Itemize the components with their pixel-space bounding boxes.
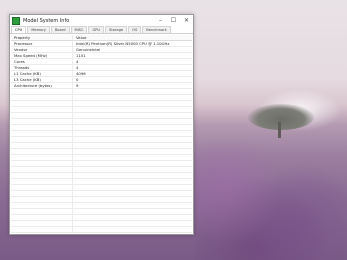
wallpaper-tree	[248, 104, 314, 130]
empty-cell	[11, 203, 73, 208]
empty-cell	[11, 113, 73, 118]
tab-misc[interactable]: MISC	[70, 26, 88, 33]
property-value: Intel(R) Pentium(R) Silver N5000 CPU @ 1…	[76, 41, 170, 46]
empty-cell	[11, 179, 73, 184]
empty-cell	[11, 107, 73, 112]
empty-cell	[73, 113, 192, 118]
tab-memory[interactable]: Memory	[27, 26, 50, 33]
empty-cell	[73, 185, 192, 190]
app-icon	[12, 16, 20, 25]
empty-cell	[73, 149, 192, 154]
empty-cell	[11, 89, 73, 94]
empty-cell	[73, 101, 192, 106]
system-info-window[interactable]: Model System Info – ☐ ✕ CPU Memory Board MI…	[9, 14, 194, 235]
empty-cell	[11, 155, 73, 160]
empty-cell	[73, 89, 192, 94]
property-value: 4	[76, 65, 79, 70]
empty-cell	[73, 179, 192, 184]
property-name: L3 Cache (KB)	[11, 77, 73, 82]
empty-cell	[11, 197, 73, 202]
empty-cell	[11, 215, 73, 220]
empty-cell	[73, 161, 192, 166]
empty-cell	[11, 119, 73, 124]
empty-cell	[11, 101, 73, 106]
empty-cell	[73, 173, 192, 178]
property-value: 1101	[76, 53, 86, 58]
minimize-icon[interactable]: –	[154, 15, 167, 26]
empty-cell	[73, 191, 192, 196]
empty-cell	[11, 131, 73, 136]
property-value: GenuineIntel	[76, 47, 101, 52]
empty-cell	[73, 227, 192, 232]
empty-cell	[11, 191, 73, 196]
tab-gpu[interactable]: GPU	[88, 26, 105, 33]
wallpaper-heath	[195, 140, 347, 260]
property-name: Architecture (bytes)	[11, 83, 73, 88]
empty-cell	[73, 125, 192, 130]
empty-cell	[11, 95, 73, 100]
empty-cell	[73, 167, 192, 172]
property-name: Cores	[11, 59, 73, 64]
empty-cell	[11, 161, 73, 166]
maximize-icon[interactable]: ☐	[167, 15, 180, 26]
window-controls: – ☐ ✕	[154, 15, 193, 26]
property-name: L1 Cache (KB)	[11, 71, 73, 76]
close-icon[interactable]: ✕	[180, 15, 193, 26]
empty-cell	[73, 131, 192, 136]
empty-cell	[73, 137, 192, 142]
empty-cell	[73, 215, 192, 220]
empty-cell	[73, 155, 192, 160]
empty-cell	[73, 143, 192, 148]
empty-cell	[11, 173, 73, 178]
empty-cell	[11, 137, 73, 142]
title-bar[interactable]: Model System Info – ☐ ✕	[10, 15, 193, 26]
column-header-property[interactable]: Property	[11, 35, 73, 40]
column-header-value[interactable]: Value	[73, 35, 192, 40]
empty-cell	[73, 197, 192, 202]
properties-table: Property Value Processor Intel(R) Pentium…	[11, 35, 192, 233]
property-value: 4096	[76, 71, 86, 76]
property-name: Max Speed (MHz)	[11, 53, 73, 58]
wallpaper-tree-trunk	[278, 122, 281, 138]
property-name: Processor	[11, 41, 73, 46]
empty-cell	[11, 143, 73, 148]
property-value: 9	[76, 83, 79, 88]
window-title: Model System Info	[23, 17, 70, 24]
empty-cell	[11, 221, 73, 226]
empty-cell	[11, 167, 73, 172]
property-name: Threads	[11, 65, 73, 70]
empty-cell	[11, 185, 73, 190]
tab-bar: CPU Memory Board MISC GPU Storage OS Benchmark	[10, 26, 193, 34]
tab-os[interactable]: OS	[128, 26, 142, 33]
property-name: Vendor	[11, 47, 73, 52]
empty-cell	[73, 203, 192, 208]
tab-benchmark[interactable]: Benchmark	[142, 26, 171, 33]
empty-cell	[73, 107, 192, 112]
empty-cell	[11, 227, 73, 232]
tab-board[interactable]: Board	[50, 26, 70, 33]
tab-cpu[interactable]: CPU	[11, 26, 27, 33]
empty-cell	[73, 119, 192, 124]
empty-cell	[11, 125, 73, 130]
property-value: 4	[76, 59, 79, 64]
tab-storage[interactable]: Storage	[105, 26, 128, 33]
property-value: 0	[76, 77, 79, 82]
empty-cell	[73, 95, 192, 100]
empty-cell	[11, 209, 73, 214]
empty-cell	[73, 209, 192, 214]
empty-cell	[11, 149, 73, 154]
empty-cell	[73, 221, 192, 226]
